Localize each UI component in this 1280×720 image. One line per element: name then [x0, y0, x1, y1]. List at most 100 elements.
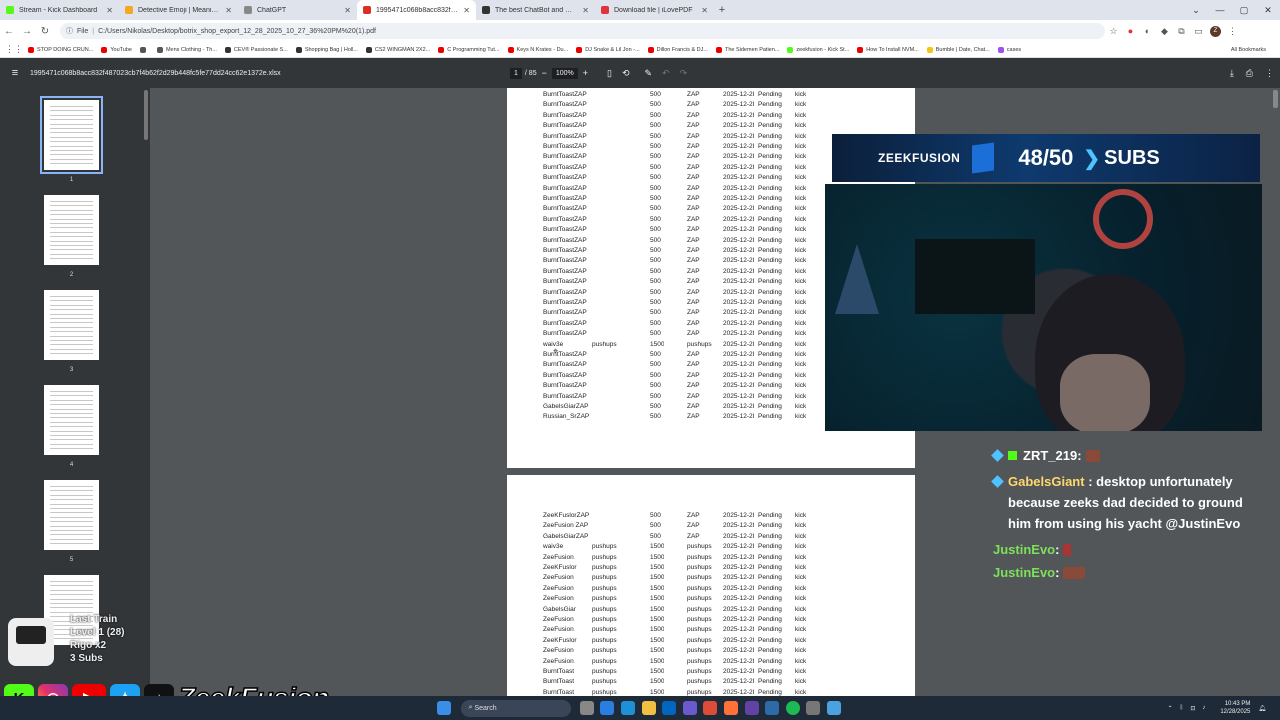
table-cell: 2025-12-2I [723, 574, 755, 582]
extension-icon[interactable]: ◆ [1156, 26, 1173, 37]
bookmark-item[interactable]: DJ Snake & Lil Jon -... [576, 46, 640, 53]
table-cell: 500 [650, 184, 661, 192]
obs-icon[interactable] [744, 701, 759, 715]
page-number-input[interactable]: 1 [510, 67, 522, 79]
steam-icon[interactable] [765, 701, 780, 715]
all-bookmarks-button[interactable]: All Bookmarks [1231, 47, 1266, 53]
taskbar-search[interactable]: ⌕ Search [460, 699, 571, 717]
page-thumbnail[interactable] [44, 290, 99, 360]
bookmark-item[interactable]: Shopping Bag | Holl... [295, 46, 358, 53]
back-icon[interactable]: ← [0, 26, 18, 37]
bookmark-item[interactable]: C Programming Tut... [438, 46, 500, 53]
store-icon[interactable] [662, 701, 677, 715]
clock[interactable]: 10:43 PM 12/28/2025 [1220, 700, 1250, 716]
notepad-icon[interactable] [827, 701, 842, 715]
browser-tab[interactable]: ChatGPT ✕ [238, 0, 357, 20]
volume-icon[interactable]: ♪ [1202, 705, 1205, 711]
tab-close-icon[interactable]: ✕ [344, 6, 351, 15]
bookmark-favicon-icon [101, 46, 108, 53]
page-thumbnail[interactable] [44, 195, 99, 265]
zoom-out-icon[interactable]: − [542, 68, 547, 78]
table-cell: 1500 [650, 647, 665, 655]
sidebar-scrollbar[interactable] [144, 90, 148, 140]
table-cell: ZAP [687, 278, 700, 286]
fit-page-icon[interactable]: ▯ [607, 68, 612, 79]
annotate-icon[interactable]: ✎ [645, 68, 653, 79]
undo-icon[interactable]: ↶ [662, 68, 670, 79]
bookmark-item[interactable]: Keys N Krates - Du... [507, 46, 568, 53]
close-window-icon[interactable]: ✕ [1256, 5, 1280, 16]
download-icon[interactable]: ⤓ [1230, 68, 1234, 79]
browser-tab[interactable]: Stream - Kick Dashboard ✕ [0, 0, 119, 20]
extension-icon[interactable]: ◐ [1139, 26, 1156, 36]
tab-search-icon[interactable]: ⌄ [1184, 5, 1208, 16]
network-icon[interactable]: ⊡ [1190, 705, 1195, 712]
page-thumbnail[interactable] [40, 96, 103, 174]
rotate-icon[interactable]: ⟲ [622, 68, 630, 79]
bookmark-item[interactable] [139, 46, 149, 53]
tab-close-icon[interactable]: ✕ [225, 6, 232, 15]
reload-icon[interactable]: ↻ [36, 26, 54, 37]
tray-chevron-icon[interactable]: ⌃ [1168, 705, 1173, 712]
forward-icon[interactable]: → [18, 26, 36, 37]
browser-tab[interactable]: Download file | iLovePDF ✕ [595, 0, 714, 20]
redo-icon[interactable]: ↷ [680, 68, 688, 79]
bookmark-item[interactable]: STOP DOING CRUN... [28, 46, 93, 53]
app-icon[interactable] [806, 701, 821, 715]
apps-grid-icon[interactable]: ⋮⋮ [0, 44, 28, 55]
task-view-icon[interactable] [579, 701, 594, 715]
zoom-in-icon[interactable]: + [583, 68, 588, 78]
new-tab-button[interactable]: + [714, 4, 730, 16]
train-multiplier: Rigo x2 [70, 640, 107, 651]
info-icon[interactable]: ⓘ [66, 26, 73, 36]
start-icon[interactable] [437, 701, 452, 715]
bluetooth-icon[interactable]: ᛒ [1180, 705, 1184, 711]
edge-icon[interactable] [621, 701, 636, 715]
menu-icon[interactable]: ≡ [0, 67, 30, 79]
table-cell: ZAP [687, 522, 700, 530]
bookmark-item[interactable]: The Sidemen Patien... [715, 46, 779, 53]
bookmark-item[interactable]: CEV® Passionate S... [224, 46, 288, 53]
discord-icon[interactable] [682, 701, 697, 715]
bookmark-item[interactable]: Dillon Francis & DJ... [647, 46, 708, 53]
file-explorer-icon[interactable] [641, 701, 656, 715]
maximize-icon[interactable]: ▢ [1232, 5, 1256, 16]
minimize-icon[interactable]: — [1208, 5, 1232, 15]
bookmark-item[interactable]: YouTube [101, 46, 132, 53]
tab-close-icon[interactable]: ✕ [106, 6, 113, 15]
bookmark-item[interactable]: Bumble | Date, Chat... [926, 46, 990, 53]
extension-icon[interactable]: ● [1122, 26, 1139, 36]
page-thumbnail[interactable] [44, 480, 99, 550]
bookmark-item[interactable]: cases [997, 46, 1021, 53]
bookmark-star-icon[interactable]: ☆ [1105, 26, 1122, 37]
split-view-icon[interactable]: ▭ [1190, 26, 1207, 37]
chrome-icon[interactable] [703, 701, 718, 715]
url-field[interactable]: ⓘ File | C:/Users/Nikolas/Desktop/botrix… [60, 23, 1105, 39]
table-cell: pushups [592, 678, 617, 686]
tab-close-icon[interactable]: ✕ [701, 6, 708, 15]
spotify-icon[interactable] [785, 701, 800, 715]
tab-close-icon[interactable]: ✕ [463, 6, 470, 15]
browser-tab[interactable]: 1995471c068b8acc832f487023... ✕ [357, 0, 476, 20]
bookmark-item[interactable]: Mens Clothing - Th... [156, 46, 217, 53]
copilot-icon[interactable] [600, 701, 615, 715]
profile-avatar[interactable]: Z [1210, 25, 1221, 37]
more-options-icon[interactable]: ⋮ [1265, 68, 1274, 79]
extensions-puzzle-icon[interactable]: ⧉ [1173, 26, 1190, 37]
firefox-icon[interactable] [724, 701, 739, 715]
table-cell: kick [795, 122, 807, 130]
bookmark-favicon-icon [365, 46, 372, 53]
browser-tab[interactable]: Detective Emoji | Meaning... ✕ [119, 0, 238, 20]
zoom-level[interactable]: 100% [551, 67, 578, 79]
notification-icon[interactable]: 🔔︎ [1258, 705, 1266, 712]
page-thumbnail[interactable] [44, 385, 99, 455]
browser-tab[interactable]: The best ChatBot and Widgets... ✕ [476, 0, 595, 20]
viewer-scrollbar[interactable] [1273, 90, 1278, 108]
browser-menu-icon[interactable]: ⋮ [1224, 26, 1241, 37]
bookmark-item[interactable]: CS2 WINGMAN 2X2... [365, 46, 430, 53]
tab-close-icon[interactable]: ✕ [582, 6, 589, 15]
bookmark-item[interactable]: zeekfusion - Kick St... [787, 46, 849, 53]
print-icon[interactable]: ⎙ [1246, 68, 1253, 79]
bookmark-item[interactable]: How To Install NVM... [857, 46, 919, 53]
tab-title: The best ChatBot and Widgets... [495, 6, 578, 14]
